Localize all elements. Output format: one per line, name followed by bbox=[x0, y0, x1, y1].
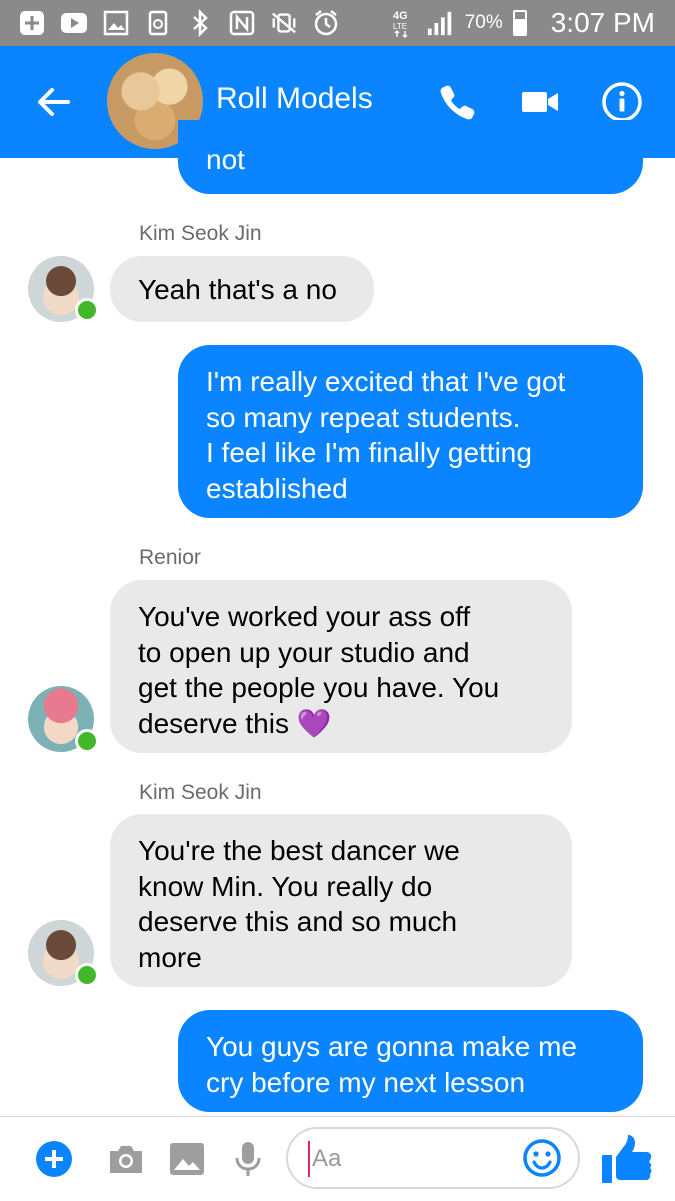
online-indicator bbox=[75, 963, 99, 987]
sender-name: Kim Seok Jin bbox=[139, 222, 262, 245]
battery-percent: 70% bbox=[464, 12, 503, 33]
message-line: to open up your studio and bbox=[138, 636, 470, 668]
message-incoming[interactable]: You're the best dancer we know Min. You … bbox=[110, 814, 572, 987]
back-arrow-icon bbox=[38, 88, 70, 116]
emoji-button[interactable] bbox=[522, 1138, 562, 1178]
conversation-title[interactable]: Roll Models bbox=[216, 82, 373, 116]
message-line: You guys are gonna make me bbox=[206, 1031, 577, 1062]
emoji-icon bbox=[523, 1139, 561, 1177]
message-outgoing[interactable]: I'm really excited that I've got so many… bbox=[178, 345, 643, 518]
message-incoming[interactable]: You've worked your ass off to open up yo… bbox=[110, 580, 572, 753]
camera-icon bbox=[110, 1146, 142, 1173]
message-line: more bbox=[138, 941, 202, 973]
microphone-icon bbox=[235, 1142, 261, 1176]
thumbs-up-icon bbox=[602, 1135, 652, 1183]
voice-call-button[interactable] bbox=[436, 80, 480, 124]
svg-text:4G: 4G bbox=[393, 10, 408, 22]
like-button[interactable] bbox=[598, 1131, 656, 1189]
gallery-icon bbox=[170, 1143, 204, 1175]
alarm-icon bbox=[312, 9, 340, 37]
video-camera-icon bbox=[522, 92, 558, 112]
network-4g-icon: 4G LTE bbox=[389, 9, 417, 38]
message-outgoing[interactable]: not bbox=[178, 120, 643, 194]
info-button[interactable] bbox=[600, 80, 644, 124]
composer-bar bbox=[0, 1116, 675, 1201]
online-indicator bbox=[75, 729, 99, 753]
battery-fill bbox=[514, 18, 525, 34]
message-line: I feel like I'm finally getting bbox=[206, 437, 532, 468]
message-line: so many repeat students. bbox=[206, 401, 521, 433]
plus-icon bbox=[36, 1141, 72, 1177]
message-text: Yeah that's a no bbox=[138, 274, 337, 305]
vibrate-mute-icon bbox=[270, 9, 298, 37]
message-line: deserve this 💜 bbox=[138, 706, 544, 742]
bluetooth-icon bbox=[186, 9, 214, 37]
message-text: not bbox=[206, 144, 245, 175]
sender-name: Kim Seok Jin bbox=[139, 781, 262, 804]
message-incoming[interactable]: Yeah that's a no bbox=[110, 256, 374, 322]
back-button[interactable] bbox=[34, 82, 74, 122]
message-line: You're the best dancer we bbox=[138, 835, 460, 866]
image-notification-icon bbox=[102, 9, 130, 37]
notification-icons bbox=[18, 8, 340, 38]
phone-icon bbox=[440, 85, 475, 120]
youtube-icon bbox=[60, 9, 88, 37]
status-indicators: 4G LTE 70% 3:07 PM bbox=[389, 0, 655, 46]
message-outgoing[interactable]: You guys are gonna make me cry before my… bbox=[178, 1010, 643, 1112]
message-line: get the people you have. You bbox=[138, 672, 500, 703]
message-input[interactable] bbox=[308, 1141, 514, 1177]
nfc-icon bbox=[228, 9, 256, 37]
more-actions-button[interactable] bbox=[34, 1139, 74, 1179]
signal-icon bbox=[427, 9, 455, 37]
message-line: know Min. You really do bbox=[138, 870, 433, 902]
add-notification-icon bbox=[18, 9, 46, 37]
video-call-button[interactable] bbox=[518, 80, 562, 124]
message-line: established bbox=[206, 472, 348, 504]
online-indicator bbox=[75, 298, 99, 322]
message-line: deserve this and so much bbox=[138, 906, 458, 937]
message-line: You've worked your ass off bbox=[138, 601, 471, 632]
message-line-text: deserve this bbox=[138, 707, 289, 739]
message-line: cry before my next lesson bbox=[206, 1066, 526, 1098]
sender-name: Renior bbox=[139, 546, 201, 569]
battery-icon bbox=[512, 10, 527, 36]
status-bar: 4G LTE 70% 3:07 PM bbox=[0, 0, 675, 46]
message-line: I'm really excited that I've got bbox=[206, 366, 566, 397]
camera-button[interactable] bbox=[106, 1139, 146, 1179]
purple-heart-emoji: 💜 bbox=[296, 707, 332, 739]
svg-text:LTE: LTE bbox=[393, 22, 407, 31]
gallery-button[interactable] bbox=[167, 1139, 207, 1179]
clock: 3:07 PM bbox=[550, 7, 655, 38]
info-icon bbox=[602, 82, 642, 122]
microphone-button[interactable] bbox=[228, 1139, 268, 1179]
recycle-icon bbox=[144, 9, 172, 37]
